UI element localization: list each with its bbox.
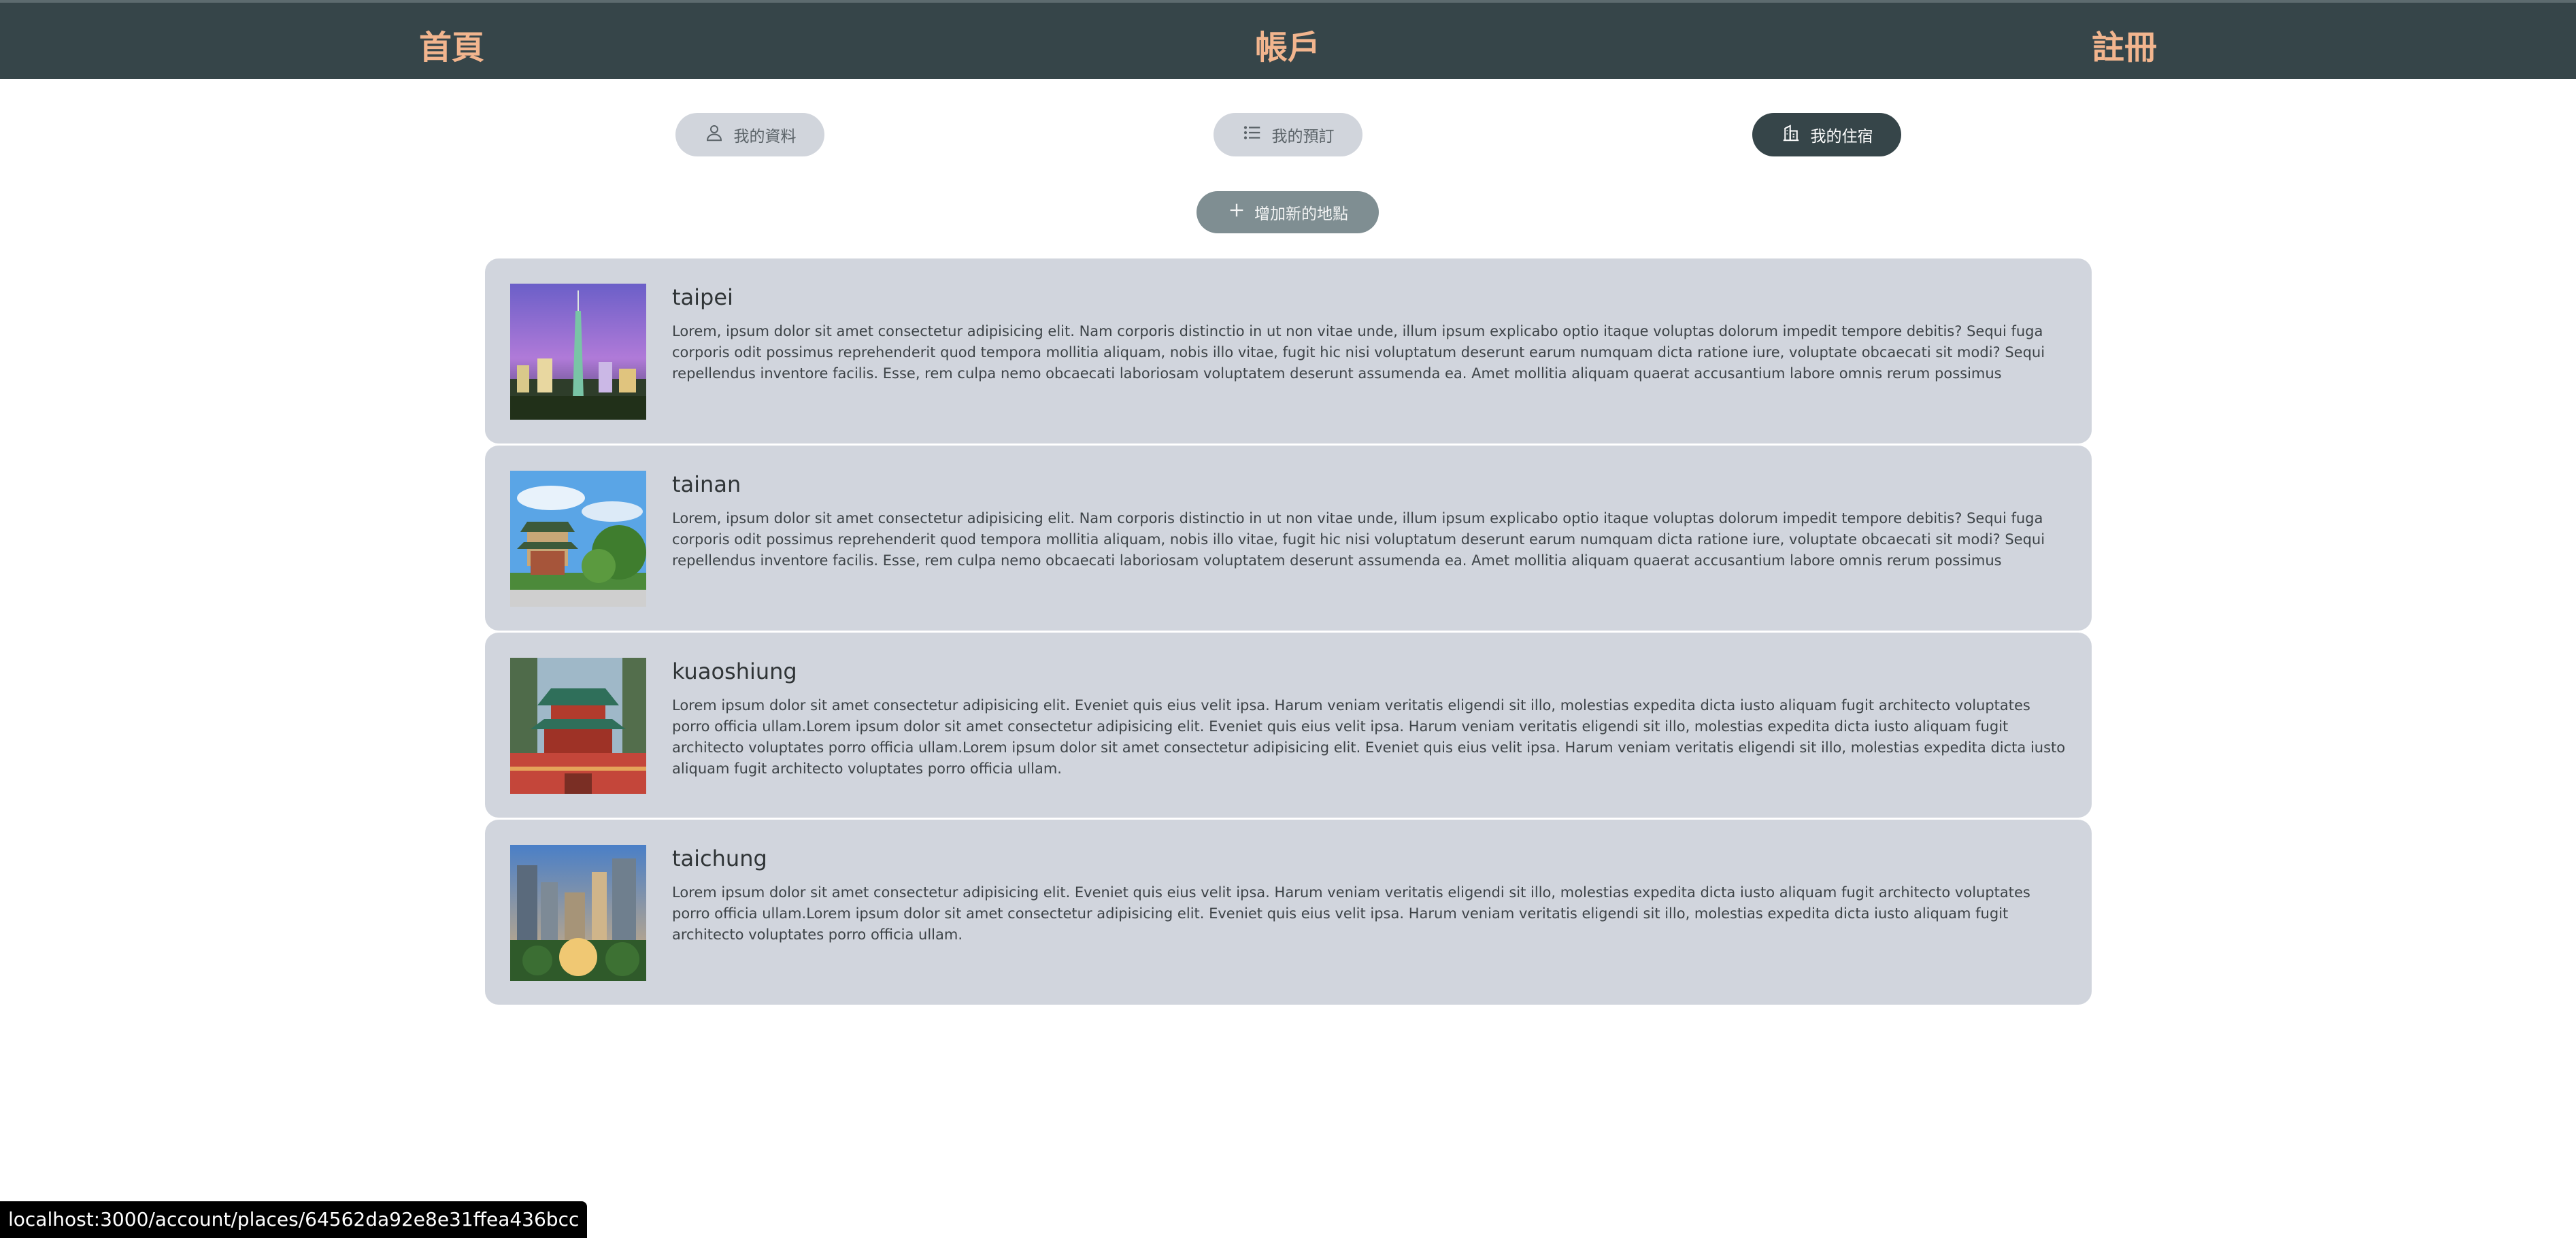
- add-new-place-label: 增加新的地點: [1254, 205, 1348, 223]
- plus-icon: [1227, 201, 1246, 224]
- nav-home-link[interactable]: 首頁: [419, 20, 484, 68]
- place-card-taipei[interactable]: taipei Lorem, ipsum dolor sit amet conse…: [485, 258, 2092, 444]
- place-thumbnail-taichung: [510, 845, 646, 981]
- place-description: Lorem ipsum dolor sit amet consectetur a…: [672, 697, 2066, 777]
- tab-my-bookings-label: 我的預訂: [1271, 128, 1335, 146]
- place-card-kuaoshiung[interactable]: kuaoshiung Lorem ipsum dolor sit amet co…: [485, 633, 2092, 818]
- place-title: tainan: [672, 471, 741, 497]
- place-title: taichung: [672, 846, 767, 871]
- place-description: Lorem ipsum dolor sit amet consectetur a…: [672, 884, 2030, 943]
- place-title: kuaoshiung: [672, 658, 797, 684]
- building-icon: [1781, 122, 1801, 147]
- tab-my-profile[interactable]: 我的資料: [675, 113, 824, 156]
- tab-my-profile-label: 我的資料: [733, 128, 797, 146]
- place-title: taipei: [672, 284, 733, 310]
- add-new-place-button[interactable]: 增加新的地點: [1197, 191, 1379, 233]
- nav-register-link[interactable]: 註冊: [2092, 20, 2157, 68]
- tab-my-places[interactable]: 我的住宿: [1752, 113, 1901, 156]
- top-navbar: 首頁 帳戶 註冊: [0, 0, 2576, 79]
- tab-my-places-label: 我的住宿: [1810, 128, 1873, 146]
- place-card-tainan[interactable]: tainan Lorem, ipsum dolor sit amet conse…: [485, 446, 2092, 631]
- status-bar-url: localhost:3000/account/places/64562da92e…: [0, 1201, 588, 1238]
- place-thumbnail-tainan: [510, 471, 646, 607]
- list-icon: [1242, 122, 1262, 147]
- place-thumbnail-kuaoshiung: [510, 658, 646, 794]
- place-description: Lorem, ipsum dolor sit amet consectetur …: [672, 510, 2045, 569]
- account-tabs: 我的資料 我的預訂 我的住宿: [0, 113, 2576, 156]
- tab-my-bookings[interactable]: 我的預訂: [1214, 113, 1362, 156]
- place-thumbnail-taipei: [510, 284, 646, 420]
- nav-account-link[interactable]: 帳戶: [1255, 20, 1320, 68]
- place-card-taichung[interactable]: taichung Lorem ipsum dolor sit amet cons…: [485, 820, 2092, 1005]
- user-icon: [704, 122, 724, 147]
- place-description: Lorem, ipsum dolor sit amet consectetur …: [672, 323, 2045, 382]
